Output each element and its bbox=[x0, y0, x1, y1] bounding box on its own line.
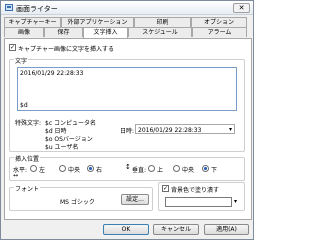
tab-external-app[interactable]: 外部アプリケーション bbox=[61, 17, 134, 27]
v-bottom-label: 下 bbox=[211, 167, 218, 174]
tab-alarm[interactable]: アラーム bbox=[192, 27, 247, 37]
close-button[interactable]: ✕ bbox=[233, 3, 250, 13]
datetime-value: 2016/01/29 22:28:33 bbox=[138, 127, 202, 134]
h-right-radio[interactable] bbox=[87, 165, 94, 172]
datetime-select[interactable]: 2016/01/29 22:28:33 ▾ bbox=[135, 124, 235, 134]
tab-text-insert[interactable]: 文字挿入 bbox=[83, 27, 128, 38]
font-group-label: フォント bbox=[14, 184, 41, 193]
insert-text-checkbox[interactable]: ✓ bbox=[9, 44, 16, 51]
h-left-label: 左 bbox=[39, 167, 46, 174]
h-center-radio[interactable] bbox=[59, 165, 66, 172]
h-left-radio[interactable] bbox=[30, 165, 37, 172]
ok-button[interactable]: OK bbox=[103, 224, 149, 235]
tab-capture-key[interactable]: キャプチャーキー bbox=[4, 17, 61, 27]
tab-image[interactable]: 画像 bbox=[4, 27, 44, 37]
insert-text-label: キャプチャー画像に文字を挿入する bbox=[18, 46, 114, 53]
text-line-4: $d bbox=[20, 102, 28, 109]
tab-schedule[interactable]: スケジュール bbox=[128, 27, 192, 37]
text-input[interactable]: 2016/01/29 22:28:33 $d bbox=[17, 67, 237, 111]
background-fill-label: 背景色で塗り潰す bbox=[171, 187, 220, 194]
vertical-label: 垂直: bbox=[132, 167, 147, 174]
position-group-label: 挿入位置 bbox=[14, 154, 41, 163]
window-title: 画面ライター bbox=[16, 5, 58, 13]
v-bottom-radio[interactable] bbox=[202, 165, 209, 172]
tab-panel: ✓ キャプチャー画像に文字を挿入する 文字 2016/01/29 22:28:3… bbox=[4, 38, 252, 220]
h-right-label: 右 bbox=[96, 167, 103, 174]
font-settings-button[interactable]: 設定... bbox=[121, 194, 149, 205]
chevron-down-icon[interactable]: ▾ bbox=[234, 198, 237, 205]
special-char-u: $u ユーザ名 bbox=[45, 144, 79, 151]
v-top-label: 上 bbox=[157, 167, 164, 174]
background-color-box[interactable] bbox=[165, 197, 232, 207]
apply-button[interactable]: 適用(A) bbox=[204, 224, 249, 235]
text-group-label: 文字 bbox=[14, 56, 29, 65]
title-bar[interactable]: 画面ライター ✕ bbox=[1, 1, 253, 15]
dialog-window: 画面ライター ✕ キャプチャーキー 外部アプリケーション 印刷 オプション 画像… bbox=[0, 0, 254, 240]
v-center-label: 中央 bbox=[182, 167, 195, 174]
chevron-down-icon: ▾ bbox=[228, 126, 232, 133]
tab-print[interactable]: 印刷 bbox=[134, 17, 191, 27]
horizontal-arrows-icon: ↔ bbox=[13, 172, 19, 179]
tab-save[interactable]: 保存 bbox=[44, 27, 83, 37]
v-center-radio[interactable] bbox=[173, 165, 180, 172]
background-fill-checkbox[interactable]: ✓ bbox=[162, 185, 169, 192]
font-name: MS ゴシック bbox=[60, 199, 95, 206]
app-icon bbox=[5, 4, 13, 11]
vertical-arrows-icon: ↕ bbox=[125, 163, 131, 171]
h-center-label: 中央 bbox=[68, 167, 81, 174]
v-top-radio[interactable] bbox=[148, 165, 155, 172]
text-line-1: 2016/01/29 22:28:33 bbox=[20, 70, 84, 77]
cancel-button[interactable]: キャンセル bbox=[153, 224, 199, 235]
special-chars-label: 特殊文字: bbox=[15, 120, 42, 127]
datetime-label: 日時: bbox=[120, 128, 135, 135]
tab-options[interactable]: オプション bbox=[191, 17, 247, 27]
